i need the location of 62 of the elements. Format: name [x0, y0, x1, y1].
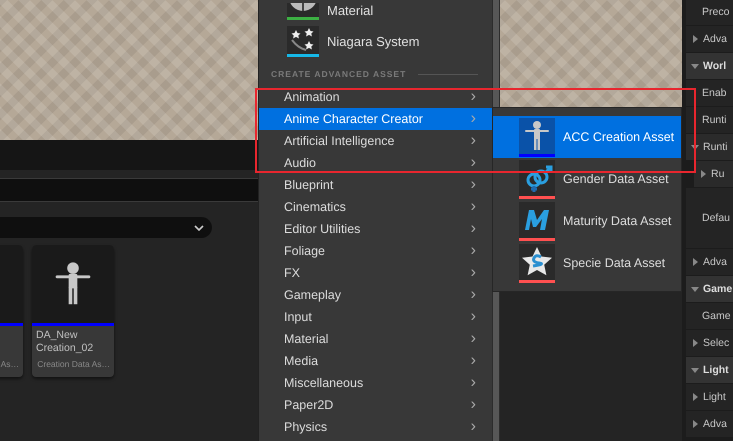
- property-label: Game: [703, 283, 732, 295]
- property-label: Worl: [703, 60, 726, 72]
- menu-item[interactable]: Media ›: [259, 350, 492, 372]
- chevron-right-icon: ›: [470, 264, 476, 282]
- menu-item[interactable]: FX ›: [259, 262, 492, 284]
- chevron-right-icon: ›: [470, 154, 476, 172]
- chevron-right-icon: ›: [470, 374, 476, 392]
- chevron-right-icon: ›: [470, 396, 476, 414]
- menu-item[interactable]: Material ›: [259, 328, 492, 350]
- property-label: Preco: [702, 6, 730, 18]
- section-header: CREATE ADVANCED ASSET: [271, 69, 406, 79]
- stars-icon: [287, 26, 319, 54]
- menu-item[interactable]: Miscellaneous ›: [259, 372, 492, 394]
- chevron-right-icon: ›: [470, 198, 476, 216]
- search-field[interactable]: [0, 178, 258, 202]
- menu-item[interactable]: Anime Character Creator ›: [259, 108, 492, 130]
- chevron-right-icon: ›: [470, 242, 476, 260]
- property-label: Defau: [702, 212, 730, 224]
- menu-item[interactable]: Artificial Intelligence ›: [259, 130, 492, 152]
- property-label: Runti: [703, 141, 728, 153]
- menu-item[interactable]: Animation ›: [259, 86, 492, 108]
- property-label: Enab: [702, 87, 727, 99]
- chevron-right-icon: ›: [470, 220, 476, 238]
- asset-type: As…: [0, 358, 20, 371]
- chevron-right-icon: ›: [470, 176, 476, 194]
- menu-item[interactable]: Cinematics ›: [259, 196, 492, 218]
- property-label: Selec: [703, 337, 730, 349]
- menu-item[interactable]: Blueprint ›: [259, 174, 492, 196]
- property-label: Light: [703, 391, 726, 403]
- menu-item[interactable]: Editor Utilities ›: [259, 218, 492, 240]
- chevron-right-icon: ›: [470, 308, 476, 326]
- menu-item[interactable]: Paper2D ›: [259, 394, 492, 416]
- menu-item[interactable]: Specie Data Asset: [493, 242, 681, 284]
- menu-item[interactable]: Audio ›: [259, 152, 492, 174]
- chevron-right-icon: ›: [470, 418, 476, 436]
- asset-name: DA_New Creation_02: [36, 329, 94, 354]
- property-label: Adva: [703, 256, 727, 268]
- chevron-right-icon: ›: [470, 110, 476, 128]
- property-label: Game: [702, 310, 731, 322]
- menu-item[interactable]: Maturity Data Asset: [493, 200, 681, 242]
- property-label: Runti: [702, 114, 727, 126]
- menu-item[interactable]: Physics ›: [259, 416, 492, 438]
- menu-item[interactable]: Gameplay ›: [259, 284, 492, 306]
- filter-dropdown[interactable]: [0, 217, 212, 238]
- property-label: Light: [703, 364, 729, 376]
- property-label: Ru: [711, 168, 724, 180]
- chevron-right-icon: ›: [470, 330, 476, 348]
- menu-item[interactable]: ACC Creation Asset: [493, 116, 681, 158]
- chevron-right-icon: ›: [470, 352, 476, 370]
- menu-item[interactable]: Material: [259, 0, 492, 20]
- menu-item[interactable]: Input ›: [259, 306, 492, 328]
- property-label: Adva: [703, 418, 727, 430]
- chevron-right-icon: ›: [470, 132, 476, 150]
- property-label: Adva: [703, 33, 727, 45]
- chevron-right-icon: ›: [470, 286, 476, 304]
- menu-item[interactable]: Niagara System: [259, 20, 492, 62]
- menu-item[interactable]: Foliage ›: [259, 240, 492, 262]
- asset-tile[interactable]: DA_New Creation_02 Creation Data As…: [32, 245, 114, 377]
- chevron-right-icon: ›: [470, 88, 476, 106]
- asset-type: Creation Data As…: [36, 358, 111, 371]
- menu-item[interactable]: Gender Data Asset: [493, 158, 681, 200]
- chevron-down-icon: [194, 224, 204, 230]
